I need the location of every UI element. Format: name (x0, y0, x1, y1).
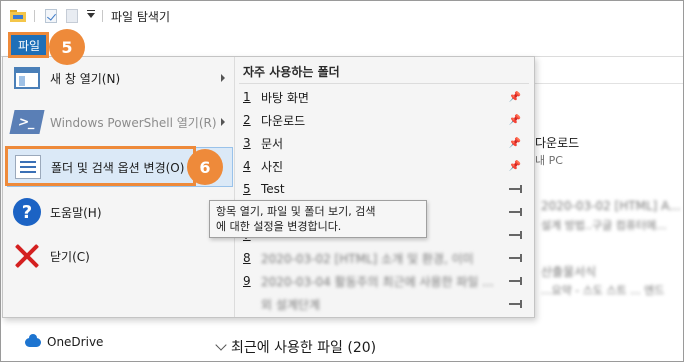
folder-name: 2020-03-02 [HTML] 소개 및 환경, 이미 (261, 251, 474, 266)
file-menu-commands: 새 창 열기(N) >_ Windows PowerShell 열기(R) 폴더… (3, 57, 234, 317)
frequent-folder-item[interactable]: 4 사진 📌 (243, 155, 527, 177)
tooltip-line: 항목 열기, 파일 및 폴더 보기, 검색 (216, 205, 376, 218)
frequent-folder-item[interactable]: 외 설계단계 (243, 293, 527, 315)
background-recent-file-detail: 설계 방법..구글 컴퓨터에... (541, 219, 667, 232)
background-recent-file: 산출물서식 (541, 265, 597, 279)
frequent-folders-title: 자주 사용하는 폴더 (243, 65, 340, 79)
frequent-folder-item[interactable]: 5 Test (243, 178, 527, 200)
window-title: 파일 탐색기 (111, 10, 171, 24)
new-window-icon (11, 62, 43, 94)
folder-name: 다운로드 (261, 113, 306, 128)
recent-files-label: 최근에 사용한 파일 (20) (231, 340, 377, 356)
chevron-down-icon (215, 339, 227, 351)
callout-badge-6: 6 (187, 149, 223, 185)
folder-icon[interactable] (10, 9, 26, 22)
submenu-arrow-icon (221, 74, 225, 82)
folder-number: 4 (243, 159, 251, 173)
pinned-icon[interactable]: 📌 (509, 138, 521, 149)
frequent-folders-divider (239, 83, 529, 84)
menu-item-label: 새 창 열기(N) (50, 71, 121, 86)
callout-highlight-folder-options (5, 146, 196, 186)
toolbar-separator (102, 10, 103, 22)
pinned-icon[interactable]: 📌 (509, 161, 521, 172)
background-downloads: 다운로드 (535, 136, 580, 150)
file-explorer-window: 파일 탐색기 파일 다운로드 내 PC 2020-03-02 [HTML] A.… (0, 0, 684, 362)
callout-number: 5 (61, 37, 73, 57)
pin-icon[interactable] (509, 254, 522, 262)
frequent-folder-item[interactable]: 2 다운로드 📌 (243, 109, 527, 131)
toolbar-separator (34, 10, 35, 22)
background-this-pc: 내 PC (535, 154, 563, 167)
powershell-icon: >_ (9, 106, 45, 138)
folder-number: 1 (243, 90, 251, 104)
menu-item-label: 닫기(C) (50, 249, 90, 264)
pin-icon[interactable] (509, 208, 522, 216)
onedrive-label: OneDrive (47, 335, 104, 349)
frequent-folder-item[interactable]: 8 2020-03-02 [HTML] 소개 및 환경, 이미 (243, 247, 527, 269)
folder-number: 3 (243, 136, 251, 150)
menu-item-label: 도움말(H) (50, 205, 102, 220)
folder-name: 외 설계단계 (261, 297, 321, 312)
pin-icon[interactable] (509, 231, 522, 239)
close-icon (11, 240, 43, 272)
frequent-folder-item[interactable]: 1 바탕 화면 📌 (243, 86, 527, 108)
properties-icon[interactable] (45, 9, 57, 23)
pin-icon[interactable] (509, 185, 522, 193)
menu-item-open-powershell[interactable]: >_ Windows PowerShell 열기(R) (7, 102, 233, 142)
pin-icon[interactable] (509, 300, 522, 308)
background-recent-file: 2020-03-02 [HTML] A... (541, 199, 681, 213)
folder-number: 2 (243, 113, 251, 127)
menu-item-new-window[interactable]: 새 창 열기(N) (7, 58, 233, 98)
folder-name: 문서 (261, 136, 284, 151)
background-recent-file-detail: ...요약 - 스도 스트 ... 엔드 (541, 284, 665, 297)
menu-item-help[interactable]: ? 도움말(H) (7, 192, 233, 232)
callout-number: 6 (199, 157, 211, 177)
folder-name: Test (261, 182, 285, 196)
title-bar: 파일 탐색기 (1, 1, 683, 31)
new-folder-icon[interactable] (66, 9, 78, 23)
recent-files-header[interactable]: 최근에 사용한 파일 (20) (215, 337, 377, 357)
cloud-icon (25, 333, 41, 347)
pinned-icon[interactable]: 📌 (509, 92, 521, 103)
frequent-folder-item[interactable]: 3 문서 📌 (243, 132, 527, 154)
folder-name: 바탕 화면 (261, 90, 309, 105)
folder-name: 2020-03-04 활동주의 최근에 사용한 파일 ... (261, 274, 494, 289)
submenu-arrow-icon (221, 118, 225, 126)
menu-item-close[interactable]: 닫기(C) (7, 236, 233, 276)
nav-item-onedrive[interactable]: OneDrive (25, 333, 104, 349)
folder-number: 5 (243, 182, 251, 196)
background-divider (535, 83, 683, 84)
tooltip-line: 에 대한 설정을 변경합니다. (216, 220, 342, 233)
help-icon: ? (11, 196, 43, 228)
customize-toolbar-dropdown-icon[interactable] (87, 10, 95, 18)
folder-options-tooltip: 항목 열기, 파일 및 폴더 보기, 검색 에 대한 설정을 변경합니다. (209, 200, 427, 238)
callout-highlight-file-tab (8, 32, 49, 58)
menu-vertical-divider (234, 57, 235, 317)
pinned-icon[interactable]: 📌 (509, 115, 521, 126)
folder-number: 9 (243, 274, 251, 288)
folder-name: 사진 (261, 159, 284, 174)
file-menu: 새 창 열기(N) >_ Windows PowerShell 열기(R) 폴더… (2, 56, 535, 318)
callout-badge-5: 5 (49, 29, 85, 65)
pin-icon[interactable] (509, 277, 522, 285)
menu-item-label: Windows PowerShell 열기(R) (50, 115, 217, 130)
frequent-folder-item[interactable]: 9 2020-03-04 활동주의 최근에 사용한 파일 ... (243, 270, 527, 292)
folder-number: 8 (243, 251, 251, 265)
